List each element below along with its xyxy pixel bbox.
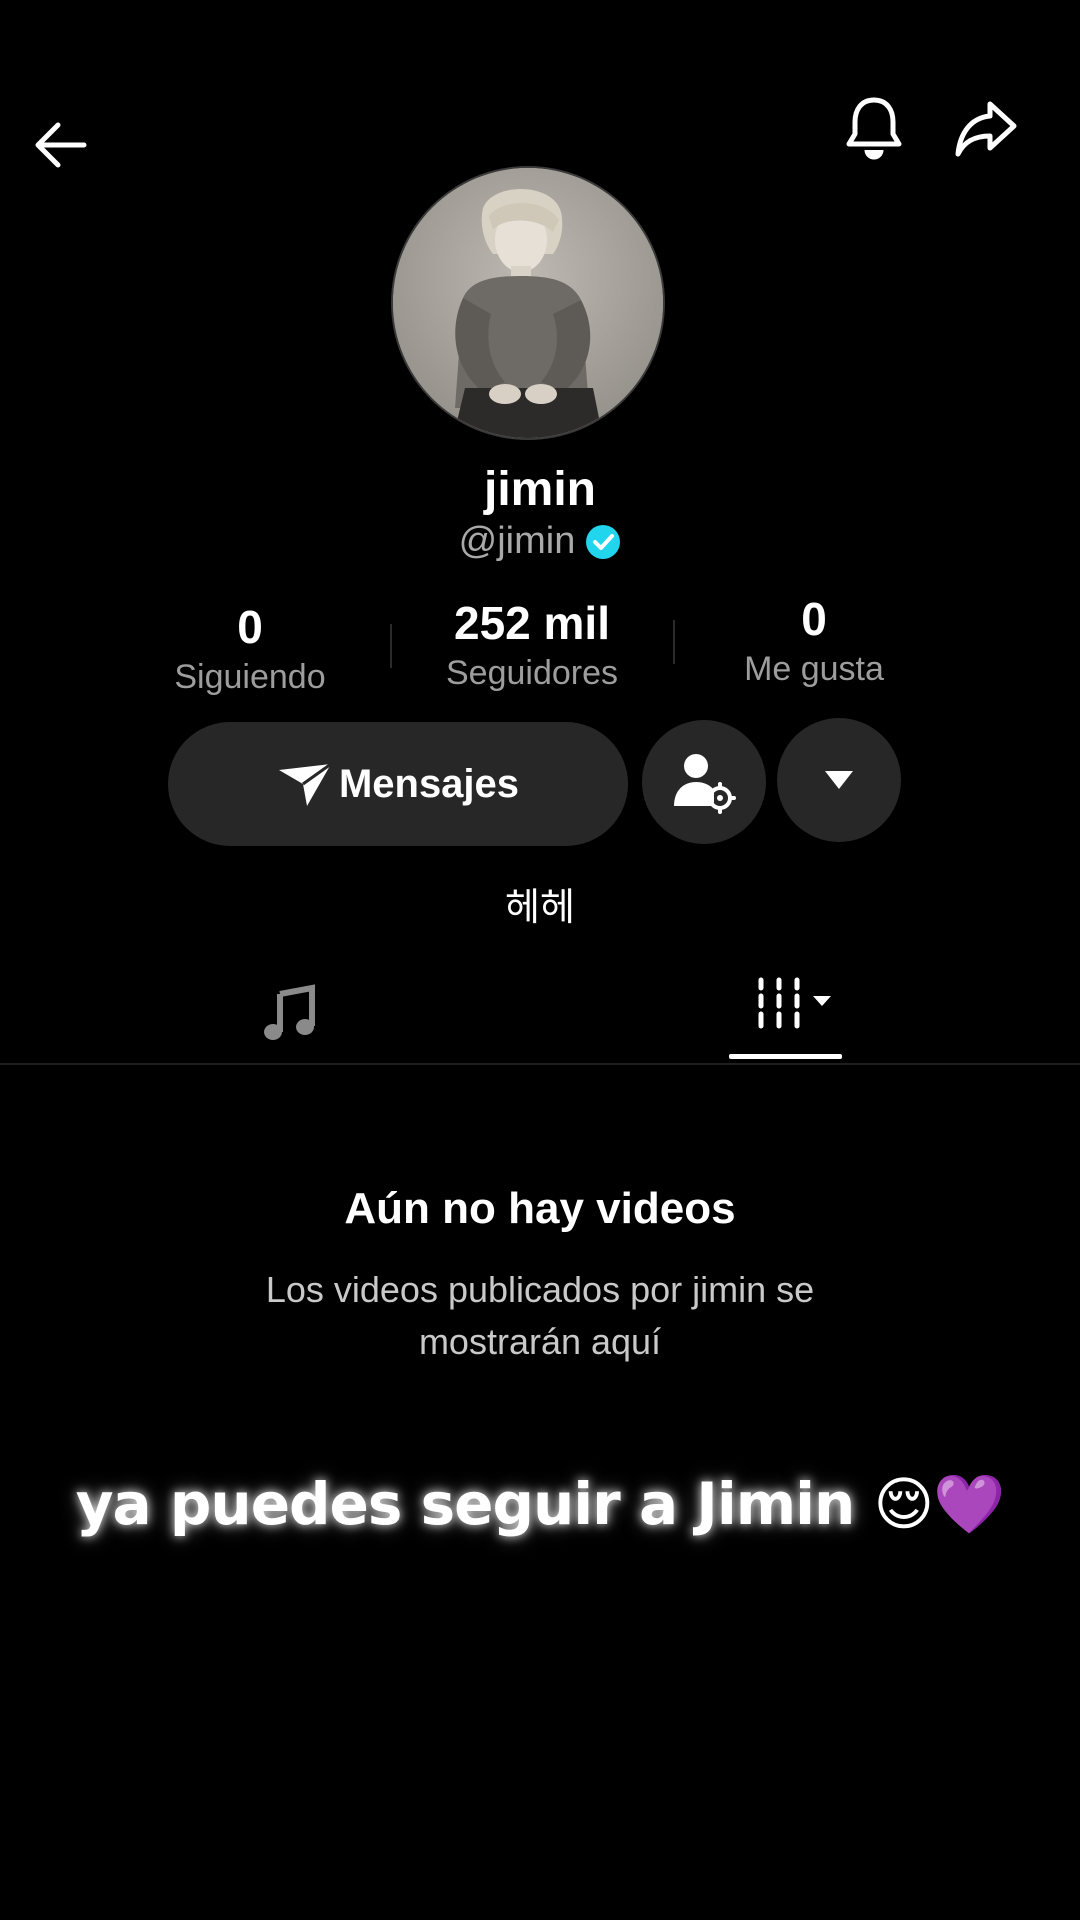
caption-text: ya puedes seguir a Jimin [75,1470,856,1538]
profile-photo [393,168,663,438]
message-button-label: Mensajes [338,761,520,806]
profile-screen: jimin @jimin 0 Siguiendo 252 mil Seguido… [0,0,1080,1920]
share-button[interactable] [946,88,1026,168]
stat-likes[interactable]: 0 Me gusta [684,592,944,689]
stat-divider [390,624,392,668]
verified-badge-icon [586,524,621,559]
following-count: 0 [237,601,263,653]
more-options-button[interactable] [777,718,901,842]
paper-plane-icon [278,762,332,806]
stat-following[interactable]: 0 Siguiendo [120,600,380,697]
chevron-down-icon [813,996,831,1006]
tab-music[interactable] [250,978,330,1048]
followers-label: Seguidores [445,654,618,692]
video-caption-overlay: ya puedes seguir a Jimin 😌💜 [0,1470,1080,1539]
display-name: jimin [483,463,596,516]
grid-lines-icon [758,977,831,1029]
bell-icon [846,97,902,160]
stat-divider [673,620,675,664]
profile-bio: 헤헤 [505,885,575,929]
arrow-left-icon [35,122,87,168]
triangle-down-icon [825,771,853,789]
avatar[interactable] [393,168,663,438]
message-button[interactable]: Mensajes [168,722,628,846]
active-tab-indicator [729,1054,842,1059]
empty-state-title: Aún no hay videos [344,1184,736,1233]
likes-count: 0 [801,593,827,645]
notifications-button[interactable] [834,88,914,168]
empty-state-description: Los videos publicados por jimin se mostr… [265,1269,815,1362]
tab-videos[interactable] [740,968,850,1038]
likes-label: Me gusta [744,650,884,688]
back-button[interactable] [20,105,100,185]
caption-emoji: 😌💜 [873,1470,1006,1538]
followers-count: 252 mil [454,597,610,649]
handle-row: @jimin [0,520,1080,563]
following-label: Siguiendo [174,658,326,696]
add-friend-button[interactable] [642,720,766,844]
username-handle: @jimin [458,520,576,562]
user-settings-icon [674,754,736,814]
share-arrow-icon [955,101,1017,157]
music-note-icon [264,984,315,1040]
tabs-divider [0,1063,1080,1065]
stat-followers[interactable]: 252 mil Seguidores [402,596,662,693]
